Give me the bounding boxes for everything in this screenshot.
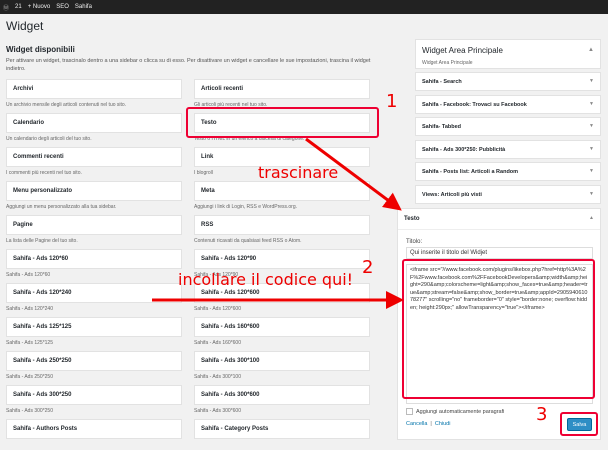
annotation-number-2: 2 <box>362 257 374 278</box>
annotation-arrows <box>152 137 404 309</box>
annotation-drag-text: trascinare <box>258 163 339 182</box>
annotation-paste-text: incollare il codice qui! <box>178 270 354 289</box>
annotation-number-1: 1 <box>386 91 398 112</box>
annotation-number-3: 3 <box>536 404 548 425</box>
